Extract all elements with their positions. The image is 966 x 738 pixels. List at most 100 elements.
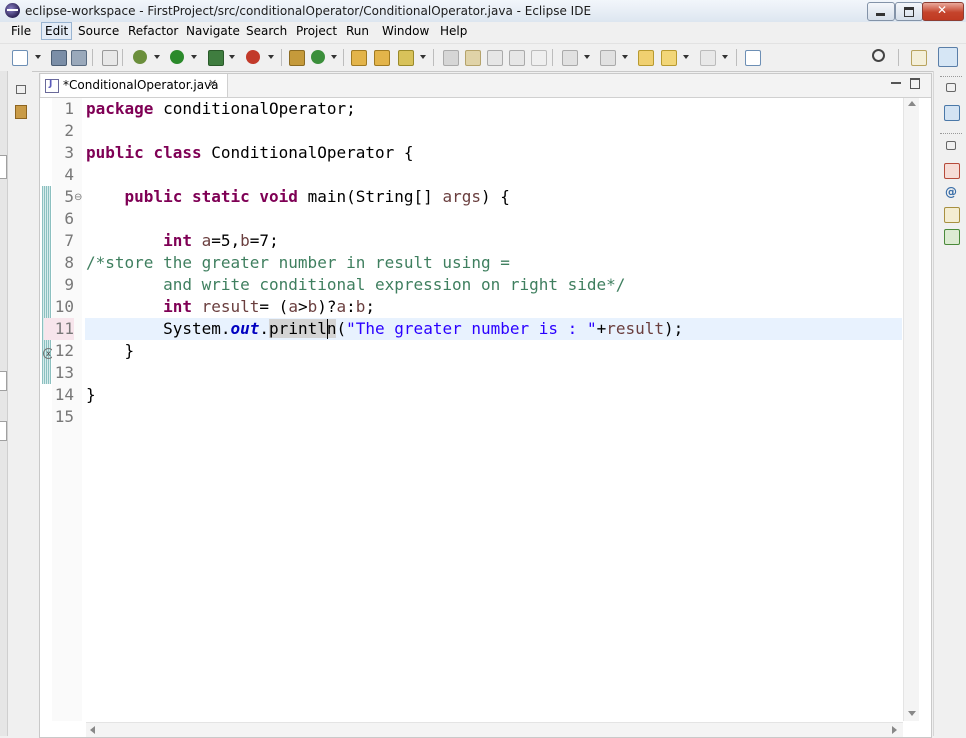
code-line-8: /*store the greater number in result usi… [86,252,510,274]
mark-occurrences-icon[interactable] [465,50,481,66]
maximize-button[interactable] [895,2,923,21]
quick-access-search-icon[interactable] [872,49,885,62]
line-number: 9 [64,275,74,294]
outline-icon[interactable] [944,105,960,121]
new-dropdown-icon[interactable] [35,55,41,59]
restore-problems-icon[interactable] [946,141,956,150]
debug-dropdown-icon[interactable] [154,55,160,59]
run-icon[interactable] [170,50,184,64]
back-dropdown-icon[interactable] [683,55,689,59]
pin-editor-icon[interactable] [745,50,761,66]
code-text: } [86,341,135,360]
menu-run[interactable]: Run [346,24,369,38]
new-icon[interactable] [12,50,28,66]
menu-edit[interactable]: Edit [41,22,73,40]
variable: result [606,319,665,338]
scroll-left-arrow-icon[interactable] [90,726,95,734]
close-tab-icon[interactable]: ✕ [208,77,217,90]
restore-outline-icon[interactable] [946,83,956,92]
menu-file[interactable]: File [11,24,31,38]
variable: a [288,297,298,316]
minimize-editor-icon[interactable] [891,82,901,84]
code-text: public static void main(String[] args) { [124,187,510,206]
debug-icon[interactable] [133,50,147,64]
menu-refactor[interactable]: Refactor [128,24,178,38]
search-icon-tb[interactable] [398,50,414,66]
external-tools-dropdown-icon[interactable] [268,55,274,59]
open-type-icon[interactable] [351,50,367,66]
declaration-icon[interactable] [944,207,960,223]
editor-area: *ConditionalOperator.java ✕ x 1 2 3 4 5 … [39,73,932,738]
menu-navigate[interactable]: Navigate [186,24,240,38]
line-number: 4 [64,165,74,184]
keyword: int [163,297,192,316]
minimize-button[interactable] [867,2,895,21]
code-editor[interactable]: package conditionalOperator; public clas… [86,98,902,721]
java-perspective-icon[interactable] [938,47,958,67]
prev-annotation-dropdown-icon[interactable] [622,55,628,59]
line-number: 13 [54,363,74,382]
show-whitespace-icon[interactable] [531,50,547,66]
menu-project[interactable]: Project [296,24,337,38]
annotation-icon[interactable] [443,50,459,66]
menu-source[interactable]: Source [78,24,119,38]
coverage-icon[interactable] [208,50,224,66]
javadoc-icon[interactable]: @ [944,185,958,199]
variable: result [201,297,260,316]
variable: a [336,297,347,316]
java-file-icon [45,79,59,93]
variable: args [442,187,481,206]
restore-view-icon[interactable] [16,85,26,94]
scroll-down-arrow-icon[interactable] [908,711,916,716]
block-selection-icon[interactable] [487,50,503,66]
line-number: 12 [54,341,74,360]
horizontal-scrollbar[interactable] [86,722,903,737]
forward-dropdown-icon[interactable] [722,55,728,59]
code-line-10: int result= (a>b)?a:b; [86,296,375,318]
prev-annotation-icon[interactable] [600,50,616,66]
editor-tab-bar: *ConditionalOperator.java ✕ [40,74,931,98]
collapse-fold-icon[interactable]: ⊖ [74,192,82,203]
save-icon[interactable] [51,50,67,66]
code-line-12: } [86,340,135,362]
menu-bar: File Edit Source Refactor Navigate Searc… [0,22,966,41]
skip-breakpoints-icon[interactable] [102,50,118,66]
menu-window[interactable]: Window [382,24,429,38]
last-edit-icon[interactable] [638,50,654,66]
close-button[interactable] [922,2,964,21]
open-perspective-icon[interactable] [911,50,927,66]
next-annotation-dropdown-icon[interactable] [584,55,590,59]
new-java-class-icon[interactable] [311,50,325,64]
left-trim-bar [0,71,32,736]
forward-icon[interactable] [700,50,716,66]
line-number: 8 [64,253,74,272]
menu-help[interactable]: Help [440,24,467,38]
maximize-editor-icon[interactable] [910,78,920,89]
back-icon[interactable] [661,50,677,66]
vertical-scrollbar[interactable] [903,98,919,721]
external-tools-icon[interactable] [246,50,260,64]
line-number: 1 [64,99,74,118]
new-java-package-icon[interactable] [289,50,305,66]
line-number: 5 [64,187,74,206]
line-number: 2 [64,121,74,140]
scroll-up-arrow-icon[interactable] [908,101,916,106]
text-caret [327,319,328,339]
run-dropdown-icon[interactable] [191,55,197,59]
console-icon[interactable] [944,229,960,245]
save-all-icon[interactable] [71,50,87,66]
keyword: static [191,187,250,206]
next-annotation-icon[interactable] [562,50,578,66]
problems-icon[interactable] [944,163,960,179]
variable: b [355,297,366,316]
word-wrap-icon[interactable] [509,50,525,66]
search-dropdown-icon[interactable] [420,55,426,59]
new-class-dropdown-icon[interactable] [331,55,337,59]
scroll-right-arrow-icon[interactable] [892,726,897,734]
open-task-icon[interactable] [374,50,390,66]
package-explorer-icon[interactable] [15,105,27,119]
menu-search[interactable]: Search [246,24,287,38]
code-text: public class ConditionalOperator { [86,143,414,162]
coverage-dropdown-icon[interactable] [229,55,235,59]
tab-conditional-operator[interactable]: *ConditionalOperator.java ✕ [41,74,228,97]
